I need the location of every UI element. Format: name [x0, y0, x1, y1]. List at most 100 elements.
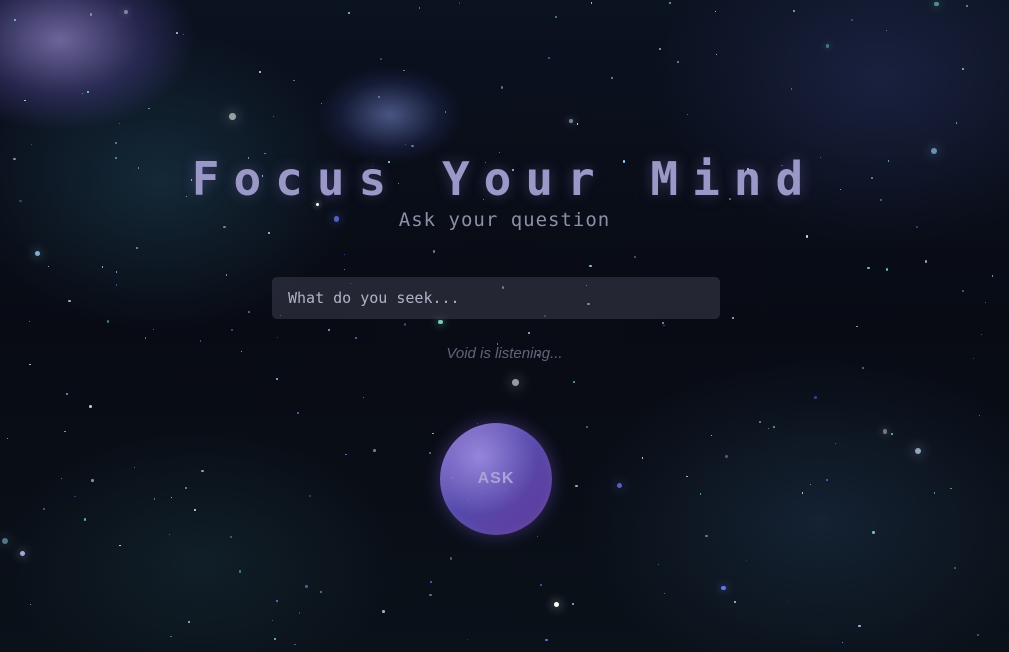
- star-dot: [572, 380, 576, 383]
- star-dot: [201, 469, 204, 472]
- star-dot: [297, 411, 299, 414]
- star-dot: [47, 265, 49, 268]
- star-dot: [732, 317, 734, 319]
- star-dot: [182, 33, 184, 35]
- star-dot: [87, 91, 89, 93]
- star-dot: [31, 143, 33, 146]
- star-dot: [569, 119, 573, 124]
- star-dot: [572, 603, 575, 606]
- star-dot: [114, 142, 117, 145]
- star-dot: [814, 396, 818, 399]
- star-dot: [466, 638, 469, 641]
- star-dot: [343, 253, 346, 256]
- star-dot: [458, 2, 461, 5]
- star-dot: [961, 290, 964, 292]
- star-dot: [320, 102, 323, 105]
- star-dot: [327, 329, 330, 332]
- star-dot: [545, 638, 548, 641]
- star-dot: [554, 15, 557, 18]
- star-dot: [586, 426, 588, 428]
- star-dot: [841, 641, 843, 643]
- star-dot: [28, 320, 31, 323]
- star-dot: [319, 590, 322, 593]
- star-dot: [805, 235, 809, 238]
- star-dot: [170, 635, 172, 638]
- star-dot: [345, 453, 347, 456]
- star-dot: [825, 44, 830, 48]
- star-dot: [687, 114, 689, 116]
- star-dot: [403, 323, 407, 326]
- star-dot: [705, 534, 708, 538]
- star-dot: [955, 121, 958, 124]
- star-dot: [355, 336, 358, 339]
- star-dot: [81, 92, 84, 95]
- star-dot: [500, 86, 503, 89]
- star-dot: [66, 393, 68, 395]
- star-dot: [950, 487, 952, 490]
- star-dot: [404, 143, 407, 146]
- page-title: Focus Your Mind: [191, 152, 818, 206]
- star-dot: [699, 493, 702, 496]
- star-dot: [373, 449, 376, 452]
- star-dot: [991, 275, 994, 278]
- star-dot: [512, 379, 519, 387]
- star-dot: [83, 518, 87, 521]
- star-dot: [292, 79, 295, 82]
- star-dot: [767, 427, 770, 430]
- star-dot: [184, 486, 188, 490]
- star-dot: [663, 324, 665, 327]
- star-dot: [834, 443, 836, 445]
- star-dot: [984, 302, 987, 304]
- star-dot: [136, 247, 139, 250]
- star-dot: [527, 331, 531, 335]
- star-dot: [418, 7, 420, 9]
- star-dot: [788, 601, 790, 603]
- star-dot: [826, 479, 828, 481]
- star-dot: [758, 421, 761, 423]
- star-dot: [548, 57, 550, 59]
- star-dot: [715, 53, 718, 56]
- star-dot: [382, 610, 385, 613]
- star-dot: [576, 123, 579, 126]
- star-dot: [273, 637, 276, 640]
- ask-button[interactable]: ASK: [440, 423, 552, 535]
- star-dot: [428, 452, 432, 455]
- star-dot: [790, 88, 793, 90]
- star-dot: [194, 508, 197, 511]
- star-dot: [89, 13, 93, 16]
- star-dot: [676, 61, 679, 64]
- star-dot: [537, 535, 539, 537]
- star-dot: [60, 478, 62, 480]
- page-subtitle: Ask your question: [398, 209, 611, 231]
- star-dot: [658, 47, 662, 51]
- star-dot: [29, 363, 32, 366]
- star-dot: [24, 99, 26, 102]
- star-dot: [856, 325, 858, 327]
- star-dot: [641, 457, 644, 459]
- star-dot: [924, 260, 927, 263]
- star-dot: [119, 545, 121, 547]
- star-dot: [348, 11, 351, 14]
- star-dot: [107, 320, 110, 323]
- star-dot: [35, 250, 41, 256]
- star-dot: [872, 531, 875, 534]
- star-dot: [610, 76, 613, 79]
- star-dot: [272, 116, 274, 118]
- star-dot: [124, 9, 129, 14]
- star-dot: [886, 30, 888, 32]
- star-dot: [445, 111, 447, 113]
- star-dot: [715, 10, 717, 12]
- star-dot: [432, 432, 434, 434]
- star-dot: [271, 619, 274, 621]
- star-dot: [344, 269, 346, 271]
- star-dot: [662, 321, 665, 325]
- star-dot: [1, 537, 9, 545]
- star-dot: [773, 426, 775, 428]
- star-dot: [862, 367, 864, 369]
- star-dot: [229, 535, 233, 539]
- stars-layer: [0, 0, 1009, 652]
- star-dot: [733, 600, 737, 604]
- question-input[interactable]: [272, 277, 720, 319]
- star-dot: [91, 479, 94, 482]
- star-dot: [915, 448, 922, 455]
